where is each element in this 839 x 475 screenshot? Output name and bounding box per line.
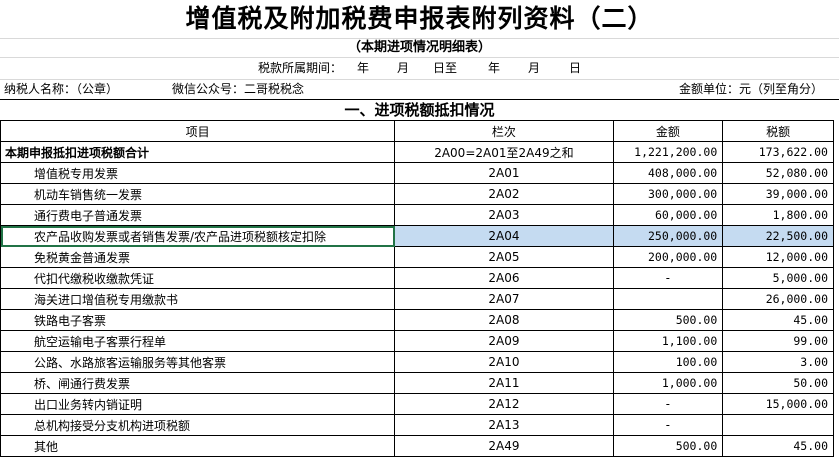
cell-item[interactable]: 本期申报抵扣进项税额合计 <box>0 141 396 163</box>
cell-item[interactable]: 免税黄金普通发票 <box>0 246 396 268</box>
cell-amount[interactable] <box>612 288 724 310</box>
cell-col[interactable]: 2A07 <box>394 288 614 310</box>
cell-amount[interactable]: 500.00 <box>612 309 724 331</box>
cell-item[interactable]: 公路、水路旅客运输服务等其他客票 <box>0 351 396 373</box>
cell-col[interactable]: 2A09 <box>394 330 614 352</box>
cell-item[interactable]: 其他 <box>0 435 396 457</box>
cell-item[interactable]: 增值税专用发票 <box>0 162 396 184</box>
cell-col[interactable]: 2A06 <box>394 267 614 289</box>
cell-col[interactable]: 2A00=2A01至2A49之和 <box>394 141 614 163</box>
period-month-end: 月 <box>528 61 541 75</box>
cell-amount[interactable]: - <box>612 267 724 289</box>
header-item[interactable]: 项目 <box>0 120 396 142</box>
cell-amount[interactable]: 200,000.00 <box>612 246 724 268</box>
cell-tax[interactable]: 22,500.00 <box>722 225 834 247</box>
cell-col[interactable]: 2A08 <box>394 309 614 331</box>
active-cell-item[interactable]: 农产品收购发票或者销售发票/农产品进项税额核定扣除 <box>0 225 396 247</box>
table-row: 机动车销售统一发票 2A02 300,000.00 39,000.00 <box>0 183 834 205</box>
wechat-label: 微信公众号：二哥税税念 <box>172 82 305 96</box>
taxpayer-name-label: 纳税人名称：（公章） <box>4 82 119 96</box>
cell-col[interactable]: 2A49 <box>394 435 614 457</box>
sheet-edge <box>834 120 839 475</box>
cell-amount[interactable]: 1,100.00 <box>612 330 724 352</box>
cell-col[interactable]: 2A12 <box>394 393 614 415</box>
table-row: 总机构接受分支机构进项税额 2A13 - <box>0 414 834 436</box>
period-year-start: 年 <box>357 61 370 75</box>
period-year-end: 年 <box>488 61 501 75</box>
cell-item[interactable]: 总机构接受分支机构进项税额 <box>0 414 396 436</box>
cell-tax[interactable]: 99.00 <box>722 330 834 352</box>
report-subtitle: （本期进项情况明细表） <box>0 38 839 58</box>
table-row: 通行费电子普通发票 2A03 60,000.00 1,800.00 <box>0 204 834 226</box>
cell-tax[interactable]: 5,000.00 <box>722 267 834 289</box>
cell-col[interactable]: 2A02 <box>394 183 614 205</box>
cell-amount[interactable]: 500.00 <box>612 435 724 457</box>
cell-item[interactable]: 海关进口增值税专用缴款书 <box>0 288 396 310</box>
table-header-row: 项目 栏次 金额 税额 <box>0 120 834 142</box>
cell-col[interactable]: 2A01 <box>394 162 614 184</box>
cell-amount[interactable]: - <box>612 393 724 415</box>
table-row: 桥、闸通行费发票 2A11 1,000.00 50.00 <box>0 372 834 394</box>
cell-tax[interactable]: 45.00 <box>722 309 834 331</box>
cell-col[interactable]: 2A04 <box>394 225 614 247</box>
period-label: 税款所属期间： <box>258 61 343 75</box>
table-row: 出口业务转内销证明 2A12 - 15,000.00 <box>0 393 834 415</box>
period-day-end: 日 <box>569 61 582 75</box>
cell-item[interactable]: 桥、闸通行费发票 <box>0 372 396 394</box>
cell-tax[interactable]: 45.00 <box>722 435 834 457</box>
cell-tax[interactable]: 26,000.00 <box>722 288 834 310</box>
table-row-selected: 农产品收购发票或者销售发票/农产品进项税额核定扣除 2A04 250,000.0… <box>0 225 834 247</box>
cell-tax[interactable]: 39,000.00 <box>722 183 834 205</box>
cell-tax[interactable]: 173,622.00 <box>722 141 834 163</box>
report-title: 增值税及附加税费申报表附列资料（二） <box>0 0 839 39</box>
cell-col[interactable]: 2A13 <box>394 414 614 436</box>
cell-col[interactable]: 2A10 <box>394 351 614 373</box>
cell-tax[interactable]: 3.00 <box>722 351 834 373</box>
cell-item[interactable]: 机动车销售统一发票 <box>0 183 396 205</box>
header-tax[interactable]: 税额 <box>722 120 834 142</box>
cell-amount[interactable]: - <box>612 414 724 436</box>
table-row: 增值税专用发票 2A01 408,000.00 52,080.00 <box>0 162 834 184</box>
tax-period-row: 税款所属期间： 年 月 日至 年 月 日 <box>0 58 839 80</box>
table-row: 免税黄金普通发票 2A05 200,000.00 12,000.00 <box>0 246 834 268</box>
period-day-start: 日至 <box>433 61 458 75</box>
period-month-start: 月 <box>397 61 410 75</box>
cell-tax[interactable] <box>722 414 834 436</box>
cell-tax[interactable]: 50.00 <box>722 372 834 394</box>
cell-tax[interactable]: 1,800.00 <box>722 204 834 226</box>
cell-amount[interactable]: 300,000.00 <box>612 183 724 205</box>
cell-col[interactable]: 2A03 <box>394 204 614 226</box>
section-title: 一、进项税额抵扣情况 <box>0 99 839 120</box>
table-row: 海关进口增值税专用缴款书 2A07 26,000.00 <box>0 288 834 310</box>
table-row-total: 本期申报抵扣进项税额合计 2A00=2A01至2A49之和 1,221,200.… <box>0 141 834 163</box>
cell-tax[interactable]: 52,080.00 <box>722 162 834 184</box>
cell-item[interactable]: 铁路电子客票 <box>0 309 396 331</box>
header-amount[interactable]: 金额 <box>612 120 724 142</box>
table-row: 代扣代缴税收缴款凭证 2A06 - 5,000.00 <box>0 267 834 289</box>
table-row: 其他 2A49 500.00 45.00 <box>0 435 834 457</box>
cell-col[interactable]: 2A11 <box>394 372 614 394</box>
meta-row: 纳税人名称：（公章） 微信公众号：二哥税税念 金额单位：元（列至角分） <box>0 80 839 99</box>
amount-unit-label: 金额单位：元（列至角分） <box>679 82 824 96</box>
cell-amount[interactable]: 408,000.00 <box>612 162 724 184</box>
table-row: 航空运输电子客票行程单 2A09 1,100.00 99.00 <box>0 330 834 352</box>
table-row: 铁路电子客票 2A08 500.00 45.00 <box>0 309 834 331</box>
cell-amount[interactable]: 100.00 <box>612 351 724 373</box>
cell-amount[interactable]: 60,000.00 <box>612 204 724 226</box>
header-col[interactable]: 栏次 <box>394 120 614 142</box>
cell-item[interactable]: 通行费电子普通发票 <box>0 204 396 226</box>
table-row: 公路、水路旅客运输服务等其他客票 2A10 100.00 3.00 <box>0 351 834 373</box>
cell-item[interactable]: 代扣代缴税收缴款凭证 <box>0 267 396 289</box>
cell-item[interactable]: 出口业务转内销证明 <box>0 393 396 415</box>
cell-tax[interactable]: 15,000.00 <box>722 393 834 415</box>
cell-tax[interactable]: 12,000.00 <box>722 246 834 268</box>
cell-amount[interactable]: 1,000.00 <box>612 372 724 394</box>
cell-col[interactable]: 2A05 <box>394 246 614 268</box>
input-tax-table: 项目 栏次 金额 税额 本期申报抵扣进项税额合计 2A00=2A01至2A49之… <box>0 120 834 457</box>
cell-amount[interactable]: 250,000.00 <box>612 225 724 247</box>
cell-item[interactable]: 航空运输电子客票行程单 <box>0 330 396 352</box>
cell-amount[interactable]: 1,221,200.00 <box>612 141 724 163</box>
